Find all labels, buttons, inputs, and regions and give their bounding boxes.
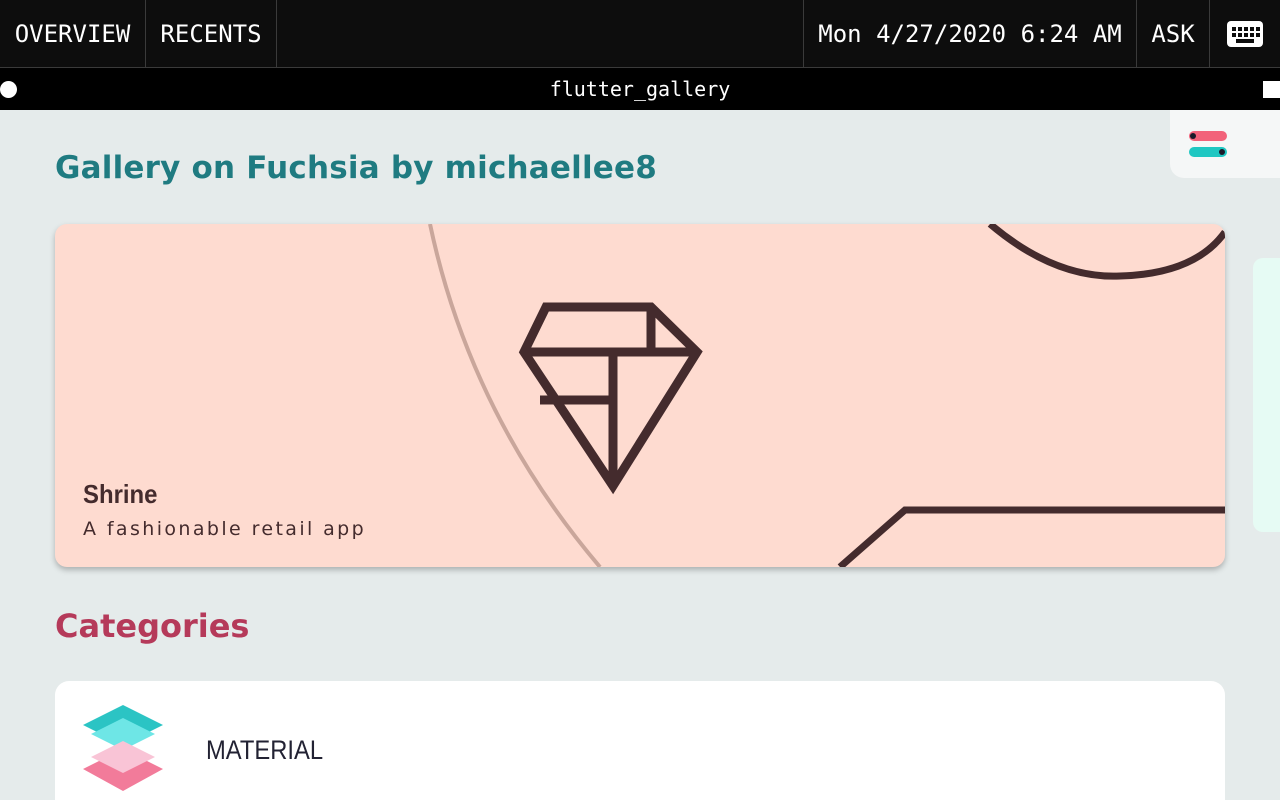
system-bar: OVERVIEW RECENTS Mon 4/27/2020 6:24 AM A… — [0, 0, 1280, 68]
ask-label: ASK — [1151, 19, 1195, 48]
next-study-card-peek[interactable] — [1253, 258, 1280, 532]
categories-heading: Categories — [55, 607, 250, 645]
diamond-icon — [518, 302, 703, 495]
ask-button[interactable]: ASK — [1137, 0, 1210, 67]
window-title-bar[interactable]: flutter_gallery — [0, 68, 1280, 110]
material-layers-icon — [83, 705, 163, 791]
featured-study-card-shrine[interactable]: Shrine A fashionable retail app — [55, 224, 1225, 567]
settings-button[interactable] — [1170, 110, 1280, 178]
recents-button[interactable]: RECENTS — [146, 0, 277, 67]
keyboard-button[interactable] — [1210, 0, 1280, 67]
gallery-app: Gallery on Fuchsia by michaellee8 Shrine… — [0, 110, 1280, 800]
window-close-dot[interactable] — [0, 81, 17, 98]
category-card-material[interactable]: MATERIAL — [55, 681, 1225, 800]
datetime-display: Mon 4/27/2020 6:24 AM — [803, 0, 1137, 67]
gallery-title: Gallery on Fuchsia by michaellee8 — [55, 150, 658, 186]
overview-button[interactable]: OVERVIEW — [0, 0, 146, 67]
category-label-material: MATERIAL — [206, 735, 324, 765]
window-title: flutter_gallery — [549, 77, 731, 101]
featured-study-subtitle: A fashionable retail app — [83, 518, 367, 540]
window-maximize-square[interactable] — [1263, 81, 1280, 98]
keyboard-icon — [1227, 20, 1263, 47]
overview-label: OVERVIEW — [14, 19, 131, 48]
recents-label: RECENTS — [160, 19, 262, 48]
datetime-label: Mon 4/27/2020 6:24 AM — [818, 19, 1122, 48]
featured-study-name: Shrine — [83, 479, 158, 509]
